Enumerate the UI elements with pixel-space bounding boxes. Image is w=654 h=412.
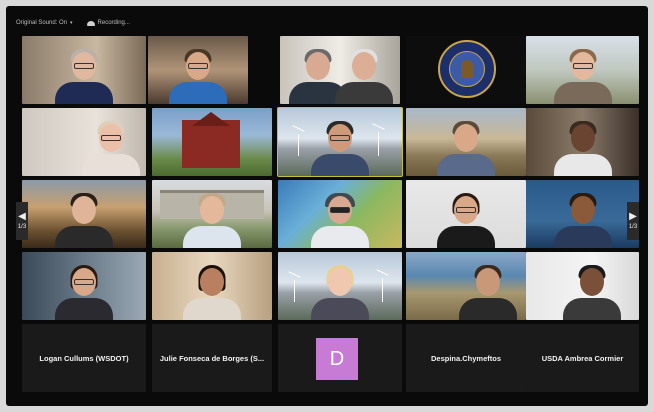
avatar: D: [316, 338, 358, 380]
participant-name-tile[interactable]: Logan Cullums (WSDOT): [22, 324, 146, 392]
participant-video: [167, 46, 229, 104]
participant-video: [457, 262, 519, 320]
participant-video: [435, 190, 497, 248]
zoom-meeting-window: Original Sound: On ▾ Recording... ◀ 1/3 …: [6, 6, 648, 406]
participant-video: [309, 190, 371, 248]
chevron-left-icon: ◀: [18, 211, 26, 222]
participant-video: [53, 262, 115, 320]
participant-video: [552, 46, 614, 104]
participant-video-tile[interactable]: [22, 252, 146, 320]
participant-video-tile[interactable]: [526, 108, 639, 176]
participant-video-tile[interactable]: [22, 108, 146, 176]
recording-label: Recording...: [97, 20, 130, 26]
previous-page-label: 1/3: [17, 224, 27, 230]
participant-video-tile[interactable]: [406, 252, 526, 320]
participant-video-tile[interactable]: [278, 252, 402, 320]
participant-name: USDA Ambrea Cormier: [541, 354, 624, 363]
participant-name-tile[interactable]: Julie Fonseca de Borges (S...: [152, 324, 272, 392]
participant-video: [552, 118, 614, 176]
participant-name-tile[interactable]: USDA Ambrea Cormier: [526, 324, 639, 392]
participant-video-tile[interactable]: [406, 180, 526, 248]
recording-indicator[interactable]: Recording...: [86, 20, 130, 26]
next-page-button[interactable]: ▶ 1/3: [627, 202, 639, 240]
participant-video: [181, 262, 243, 320]
participant-video: [333, 46, 395, 104]
participant-video-tile[interactable]: [280, 36, 400, 104]
participant-video-tile[interactable]: [406, 108, 526, 176]
participant-video-tile[interactable]: [152, 252, 272, 320]
original-sound-label: Original Sound: On: [16, 20, 68, 26]
participant-video-tile[interactable]: [148, 36, 248, 104]
participant-name: Despina.Chymeftos: [430, 354, 502, 363]
active-speaker-tile[interactable]: [277, 107, 403, 177]
participant-name: Logan Cullums (WSDOT): [39, 354, 129, 363]
participant-video-tile[interactable]: [278, 180, 402, 248]
participant-name-tile[interactable]: Despina.Chymeftos: [406, 324, 526, 392]
participant-video: [80, 118, 142, 176]
meeting-toolbar: Original Sound: On ▾ Recording...: [16, 16, 130, 30]
participant-video: [309, 118, 371, 176]
participant-video: [53, 190, 115, 248]
chevron-right-icon: ▶: [629, 211, 637, 222]
participant-video: [552, 190, 614, 248]
participant-video-tile[interactable]: [152, 108, 272, 176]
participant-video: [561, 262, 623, 320]
participant-video: [435, 118, 497, 176]
participant-avatar-tile[interactable]: D: [278, 324, 402, 392]
participant-video: [181, 190, 243, 248]
chevron-down-icon: ▾: [70, 20, 73, 26]
participant-video-tile[interactable]: [526, 36, 639, 104]
cloud-recording-icon: [86, 20, 95, 26]
participant-video-tile[interactable]: [152, 180, 272, 248]
participant-video: [309, 262, 371, 320]
previous-page-button[interactable]: ◀ 1/3: [16, 202, 28, 240]
participant-video-tile[interactable]: [526, 252, 639, 320]
participant-video-tile[interactable]: [22, 36, 146, 104]
red-building-image: [182, 120, 240, 168]
participant-video-tile[interactable]: [526, 180, 639, 248]
original-sound-toggle[interactable]: Original Sound: On ▾: [16, 20, 73, 26]
participant-video: [53, 46, 115, 104]
next-page-label: 1/3: [628, 224, 638, 230]
participant-video-tile[interactable]: [22, 180, 146, 248]
commission-seal-logo: [438, 40, 496, 98]
participant-video-tile[interactable]: [406, 36, 526, 104]
participant-name: Julie Fonseca de Borges (S...: [159, 354, 265, 363]
